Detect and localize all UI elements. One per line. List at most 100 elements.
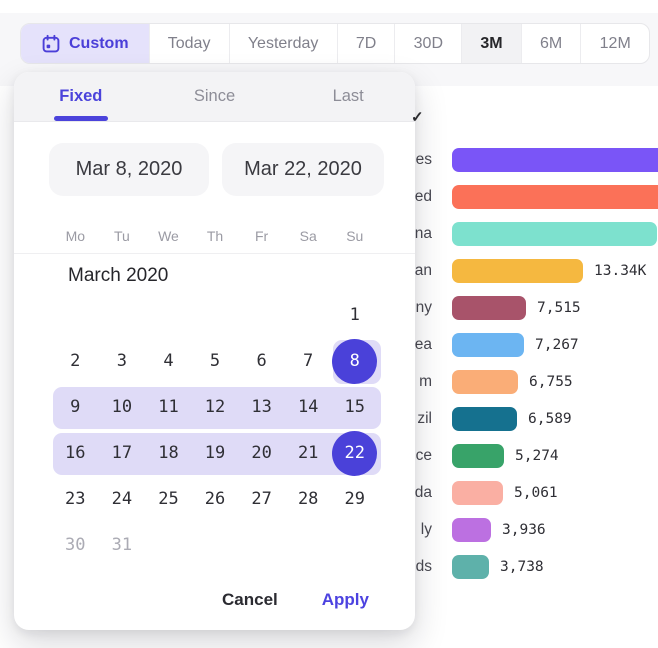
day-cell[interactable]: 2 xyxy=(52,338,99,384)
day-cell[interactable]: 21 xyxy=(285,430,332,476)
day-cell[interactable]: 14 xyxy=(285,384,332,430)
day-cell[interactable] xyxy=(145,292,192,338)
page-top-strip xyxy=(0,0,658,13)
day-cell[interactable]: 1 xyxy=(331,292,378,338)
day-cell[interactable]: 20 xyxy=(238,430,285,476)
bar[interactable] xyxy=(452,444,504,468)
day-cell[interactable]: 4 xyxy=(145,338,192,384)
day-cell[interactable]: 13 xyxy=(238,384,285,430)
bar[interactable] xyxy=(452,222,657,246)
toolbar-item-custom[interactable]: Custom xyxy=(21,24,150,63)
toolbar-item-label: 3M xyxy=(480,35,502,53)
toolbar-item-label: 12M xyxy=(600,35,631,53)
calendar-week-row: 9 10 11 12 13 14 15 xyxy=(52,384,378,430)
weekday-header: Mo Tu We Th Fr Sa Su xyxy=(52,224,378,248)
day-cell[interactable]: 5 xyxy=(192,338,239,384)
modal-footer: Cancel Apply xyxy=(222,590,369,610)
date-picker-tabs: Fixed Since Last xyxy=(14,72,415,122)
toolbar-item-7d[interactable]: 7D xyxy=(338,24,396,63)
tab-since[interactable]: Since xyxy=(148,72,282,121)
day-cell[interactable]: 9 xyxy=(52,384,99,430)
day-cell[interactable]: 15 xyxy=(331,384,378,430)
apply-button[interactable]: Apply xyxy=(322,590,369,610)
day-cell[interactable]: 24 xyxy=(99,476,146,522)
day-cell[interactable]: 6 xyxy=(238,338,285,384)
tab-fixed[interactable]: Fixed xyxy=(14,72,148,121)
bar[interactable] xyxy=(452,370,518,394)
calendar-week-row: 1 xyxy=(52,292,378,338)
calendar-icon xyxy=(41,34,61,54)
day-cell[interactable] xyxy=(331,522,378,568)
toolbar-item-3m[interactable]: 3M xyxy=(462,24,522,63)
day-cell[interactable] xyxy=(192,292,239,338)
day-cell[interactable] xyxy=(145,522,192,568)
toolbar-item-label: Today xyxy=(168,35,211,53)
toolbar-item-label: Custom xyxy=(69,35,129,53)
day-cell-muted[interactable]: 31 xyxy=(99,522,146,568)
bar-value: 6,589 xyxy=(528,407,572,431)
day-cell[interactable] xyxy=(285,292,332,338)
bar[interactable] xyxy=(452,185,658,209)
bar-value: 6,755 xyxy=(529,370,573,394)
active-tab-underline xyxy=(54,116,108,121)
bar[interactable] xyxy=(452,518,491,542)
day-cell[interactable]: 12 xyxy=(192,384,239,430)
toolbar-item-today[interactable]: Today xyxy=(150,24,230,63)
calendar-week-row: 2 3 4 5 6 7 8 xyxy=(52,338,378,384)
bar-value: 13.34K xyxy=(594,259,646,283)
tab-last[interactable]: Last xyxy=(281,72,415,121)
bar[interactable] xyxy=(452,407,517,431)
bar[interactable] xyxy=(452,333,524,357)
divider xyxy=(14,253,415,254)
bar[interactable] xyxy=(452,296,526,320)
toolbar-item-label: 30D xyxy=(414,35,443,53)
day-cell[interactable] xyxy=(238,522,285,568)
day-cell[interactable]: 29 xyxy=(331,476,378,522)
day-cell[interactable] xyxy=(285,522,332,568)
bar-value: 7,515 xyxy=(537,296,581,320)
day-cell-range-start[interactable]: 8 xyxy=(331,338,378,384)
toolbar-item-label: 6M xyxy=(540,35,562,53)
tab-label: Fixed xyxy=(59,87,102,106)
day-cell[interactable] xyxy=(192,522,239,568)
tab-label: Last xyxy=(333,87,364,106)
day-cell[interactable]: 18 xyxy=(145,430,192,476)
start-date-input[interactable]: Mar 8, 2020 xyxy=(49,143,209,196)
tab-label: Since xyxy=(194,87,235,106)
day-cell[interactable]: 3 xyxy=(99,338,146,384)
bar[interactable] xyxy=(452,481,503,505)
day-cell[interactable] xyxy=(52,292,99,338)
bar-value: 7,267 xyxy=(535,333,579,357)
day-cell[interactable]: 23 xyxy=(52,476,99,522)
bar[interactable] xyxy=(452,259,583,283)
day-cell[interactable]: 17 xyxy=(99,430,146,476)
day-cell-muted[interactable]: 30 xyxy=(52,522,99,568)
day-cell[interactable]: 11 xyxy=(145,384,192,430)
bar[interactable] xyxy=(452,148,658,172)
check-icon: ✓ xyxy=(411,108,424,126)
day-cell[interactable]: 10 xyxy=(99,384,146,430)
month-label: March 2020 xyxy=(68,265,168,287)
day-cell[interactable]: 25 xyxy=(145,476,192,522)
day-cell[interactable]: 26 xyxy=(192,476,239,522)
toolbar-item-label: 7D xyxy=(356,35,376,53)
toolbar-item-yesterday[interactable]: Yesterday xyxy=(230,24,338,63)
calendar-week-row: 30 31 xyxy=(52,522,378,568)
toolbar-item-12m[interactable]: 12M xyxy=(581,24,649,63)
toolbar-item-6m[interactable]: 6M xyxy=(522,24,582,63)
bar[interactable] xyxy=(452,555,489,579)
day-cell-range-end[interactable]: 22 xyxy=(331,430,378,476)
weekday: We xyxy=(145,224,192,248)
toolbar-item-30d[interactable]: 30D xyxy=(395,24,462,63)
weekday: Su xyxy=(331,224,378,248)
day-cell[interactable]: 27 xyxy=(238,476,285,522)
cancel-button[interactable]: Cancel xyxy=(222,590,278,610)
bar-value: 3,936 xyxy=(502,518,546,542)
day-cell[interactable]: 19 xyxy=(192,430,239,476)
day-cell[interactable]: 28 xyxy=(285,476,332,522)
day-cell[interactable]: 7 xyxy=(285,338,332,384)
day-cell[interactable]: 16 xyxy=(52,430,99,476)
day-cell[interactable] xyxy=(99,292,146,338)
day-cell[interactable] xyxy=(238,292,285,338)
end-date-input[interactable]: Mar 22, 2020 xyxy=(222,143,384,196)
